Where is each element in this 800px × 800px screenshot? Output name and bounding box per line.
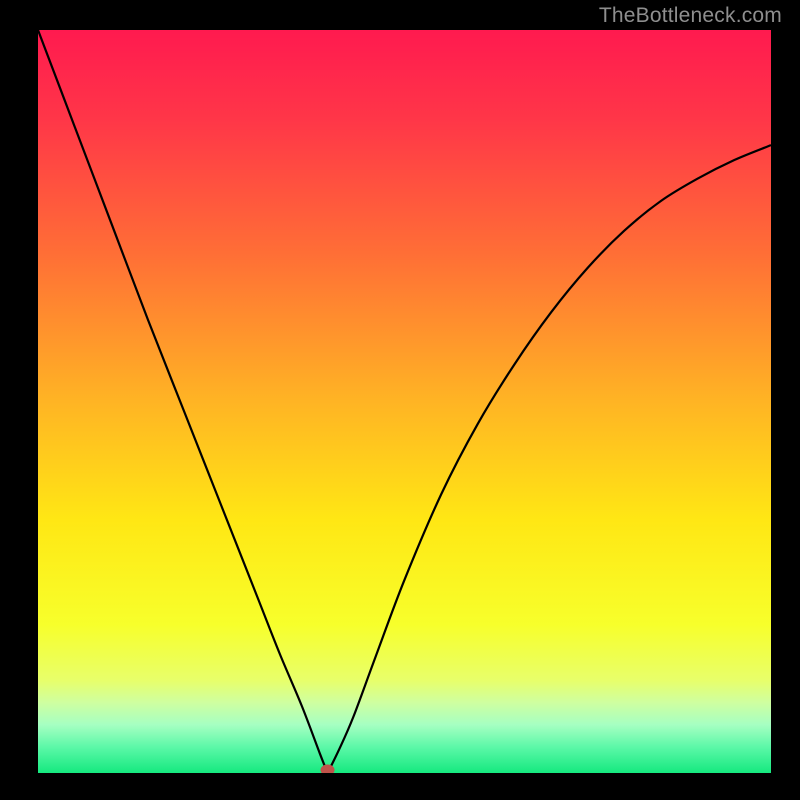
watermark-text: TheBottleneck.com	[599, 4, 782, 28]
border-left	[0, 0, 38, 800]
chart-frame: TheBottleneck.com	[0, 0, 800, 800]
chart-svg	[0, 0, 800, 800]
border-right	[771, 0, 800, 800]
plot-background	[38, 30, 771, 773]
border-bottom	[0, 773, 800, 800]
